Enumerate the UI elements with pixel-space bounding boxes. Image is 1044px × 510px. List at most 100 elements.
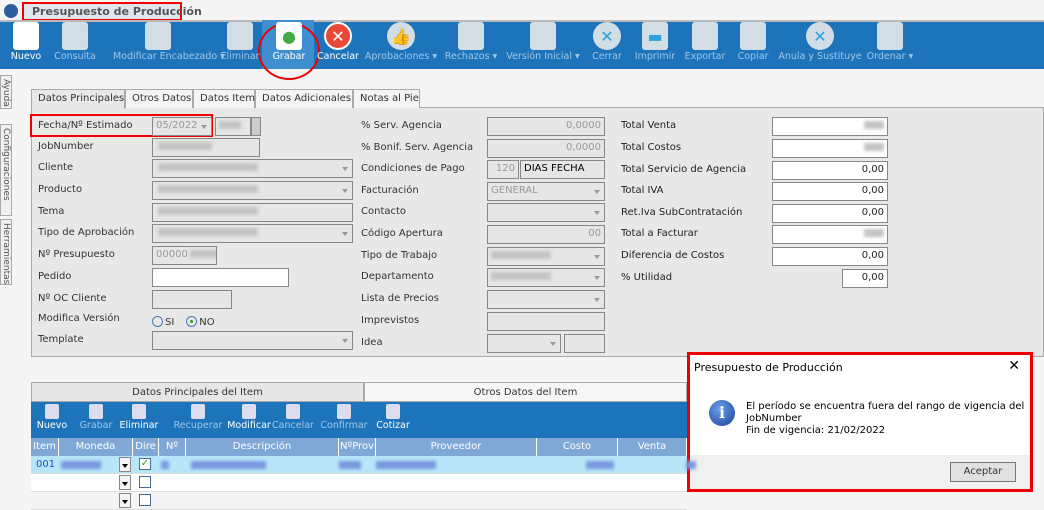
column-header-moneda[interactable]: Moneda bbox=[59, 438, 133, 456]
npresupuesto-field[interactable]: 00000 bbox=[152, 246, 217, 265]
field-label: Departamento bbox=[361, 271, 434, 282]
chevron-down-icon bbox=[342, 167, 348, 171]
bonifservagencia-field[interactable]: 0,0000 bbox=[487, 139, 605, 158]
dire-checkbox[interactable] bbox=[139, 494, 151, 506]
field-value: 00000 bbox=[156, 249, 188, 260]
toolbar-button-consulta[interactable]: Consulta bbox=[30, 22, 120, 62]
redacted-value bbox=[376, 461, 436, 469]
servagencia-field[interactable]: 0,0000 bbox=[487, 117, 605, 136]
confirmar-icon bbox=[337, 404, 351, 419]
chevron-down-icon bbox=[594, 255, 600, 259]
tab-datos-adicionales[interactable]: Datos Adicionales bbox=[255, 89, 353, 108]
cancelar-icon bbox=[286, 404, 300, 419]
side-tab-herramientas[interactable]: Herramientas bbox=[0, 219, 12, 285]
tab-notas-al-pie[interactable]: Notas al Pie bbox=[353, 89, 420, 108]
contacto-field[interactable] bbox=[487, 203, 605, 222]
tipodetrabajo-field[interactable] bbox=[487, 247, 605, 266]
redacted-value bbox=[586, 461, 614, 469]
redacted-value bbox=[61, 461, 101, 469]
tab-otros-datos[interactable]: Otros Datos bbox=[125, 89, 193, 108]
field-value: 05/2022 bbox=[156, 120, 198, 131]
column-header-item[interactable]: Item bbox=[31, 438, 59, 456]
jobnumber-field[interactable] bbox=[152, 138, 260, 157]
field-label: Lista de Precios bbox=[361, 293, 439, 304]
listadeprecios-field[interactable] bbox=[487, 290, 605, 309]
radio-si[interactable]: SI bbox=[152, 316, 174, 328]
dialog-close-icon[interactable]: ✕ bbox=[1008, 358, 1020, 374]
total-field: 0,00 bbox=[772, 182, 888, 201]
dialog-message-line: El período se encuentra fuera del rango … bbox=[746, 401, 1025, 412]
query-document-icon bbox=[62, 22, 88, 50]
chevron-down-icon bbox=[342, 339, 348, 343]
facturacin-field[interactable]: GENERAL bbox=[487, 182, 605, 201]
redacted-value bbox=[339, 461, 361, 469]
side-tab-configuraciones[interactable]: Configuraciones bbox=[0, 124, 12, 216]
spinner-icon[interactable] bbox=[251, 117, 261, 136]
moneda-dropdown[interactable] bbox=[119, 457, 131, 472]
imprevistos-field[interactable] bbox=[487, 312, 605, 331]
tipodeaprobacin-field[interactable] bbox=[152, 224, 353, 243]
template-field[interactable] bbox=[152, 331, 353, 350]
radio-label: NO bbox=[199, 316, 215, 328]
total-field bbox=[772, 117, 888, 136]
chevron-down-icon bbox=[550, 342, 556, 346]
radio-button[interactable] bbox=[152, 316, 163, 327]
table-row[interactable]: 001 ✓ bbox=[31, 456, 696, 474]
tab-datos-item[interactable]: Datos Item bbox=[193, 89, 255, 108]
total-value: 0,00 bbox=[861, 185, 884, 196]
side-tab-ayuda[interactable]: Ayuda bbox=[0, 75, 12, 109]
document-tab[interactable]: Presupuesto de Producción bbox=[22, 2, 202, 21]
total-field bbox=[772, 139, 888, 158]
cliente-field[interactable] bbox=[152, 159, 353, 178]
column-header-nprov[interactable]: NºProv bbox=[339, 438, 376, 456]
field-label: JobNumber bbox=[38, 141, 94, 152]
field-label: Tema bbox=[38, 206, 65, 217]
toolbar-button-label: Consulta bbox=[54, 51, 96, 62]
payment-terms-desc-field[interactable]: DIAS FECHA bbox=[520, 160, 605, 179]
column-header-descripcin[interactable]: Descripción bbox=[186, 438, 339, 456]
total-label: Total a Facturar bbox=[621, 228, 698, 239]
item-tab-otros[interactable]: Otros Datos del Item bbox=[364, 382, 687, 402]
dire-checkbox[interactable]: ✓ bbox=[139, 458, 151, 470]
cdigoapertura-field[interactable]: 00 bbox=[487, 225, 605, 244]
item-tab-principales[interactable]: Datos Principales del Item bbox=[31, 382, 364, 402]
toolbar-button-modificarencabezado[interactable]: Modificar Encabezado ▾ bbox=[113, 22, 225, 62]
redacted-value bbox=[158, 207, 258, 215]
table-row[interactable] bbox=[31, 492, 687, 510]
chevron-down-icon bbox=[201, 125, 207, 129]
estimate-number-field[interactable] bbox=[215, 117, 251, 136]
tab-datos-principales[interactable]: Datos Principales bbox=[31, 89, 125, 109]
moneda-dropdown[interactable] bbox=[119, 475, 131, 490]
dire-checkbox[interactable] bbox=[139, 476, 151, 488]
column-header-venta[interactable]: Venta bbox=[618, 438, 687, 456]
item-toolbar-button-eliminar[interactable]: Eliminar bbox=[109, 404, 169, 431]
tema-field[interactable] bbox=[152, 203, 353, 222]
radio-no[interactable]: NO bbox=[186, 316, 215, 328]
fechanestimado-field[interactable]: 05/2022 bbox=[152, 117, 212, 136]
modifica-version-radio-group: SI NO bbox=[152, 316, 227, 328]
table-row[interactable] bbox=[31, 474, 687, 492]
total-field: 0,00 bbox=[772, 247, 888, 266]
accept-button[interactable]: Aceptar bbox=[950, 462, 1016, 482]
pedido-field[interactable] bbox=[152, 268, 289, 287]
item-toolbar-label: Eliminar bbox=[119, 420, 159, 431]
toolbar-button-ordenar[interactable]: Ordenar ▾ bbox=[845, 22, 935, 62]
cotizar-icon bbox=[386, 404, 400, 419]
reject-icon bbox=[458, 22, 484, 50]
chevron-down-icon bbox=[594, 276, 600, 280]
column-header-n[interactable]: Nº bbox=[159, 438, 186, 456]
redacted-value bbox=[191, 461, 266, 469]
condicionesdepago-field[interactable]: 120 bbox=[487, 160, 519, 179]
redacted-value bbox=[219, 121, 241, 129]
idea-extra-field[interactable] bbox=[564, 334, 605, 353]
column-header-proveedor[interactable]: Proveedor bbox=[376, 438, 537, 456]
column-header-dire[interactable]: Dire bbox=[133, 438, 159, 456]
item-toolbar-button-cotizar[interactable]: Cotizar bbox=[363, 404, 423, 431]
idea-field[interactable] bbox=[487, 334, 561, 353]
column-header-costo[interactable]: Costo bbox=[537, 438, 618, 456]
chevron-down-icon bbox=[594, 190, 600, 194]
noccliente-field[interactable] bbox=[152, 290, 232, 309]
producto-field[interactable] bbox=[152, 181, 353, 200]
departamento-field[interactable] bbox=[487, 268, 605, 287]
radio-button[interactable] bbox=[186, 316, 198, 327]
